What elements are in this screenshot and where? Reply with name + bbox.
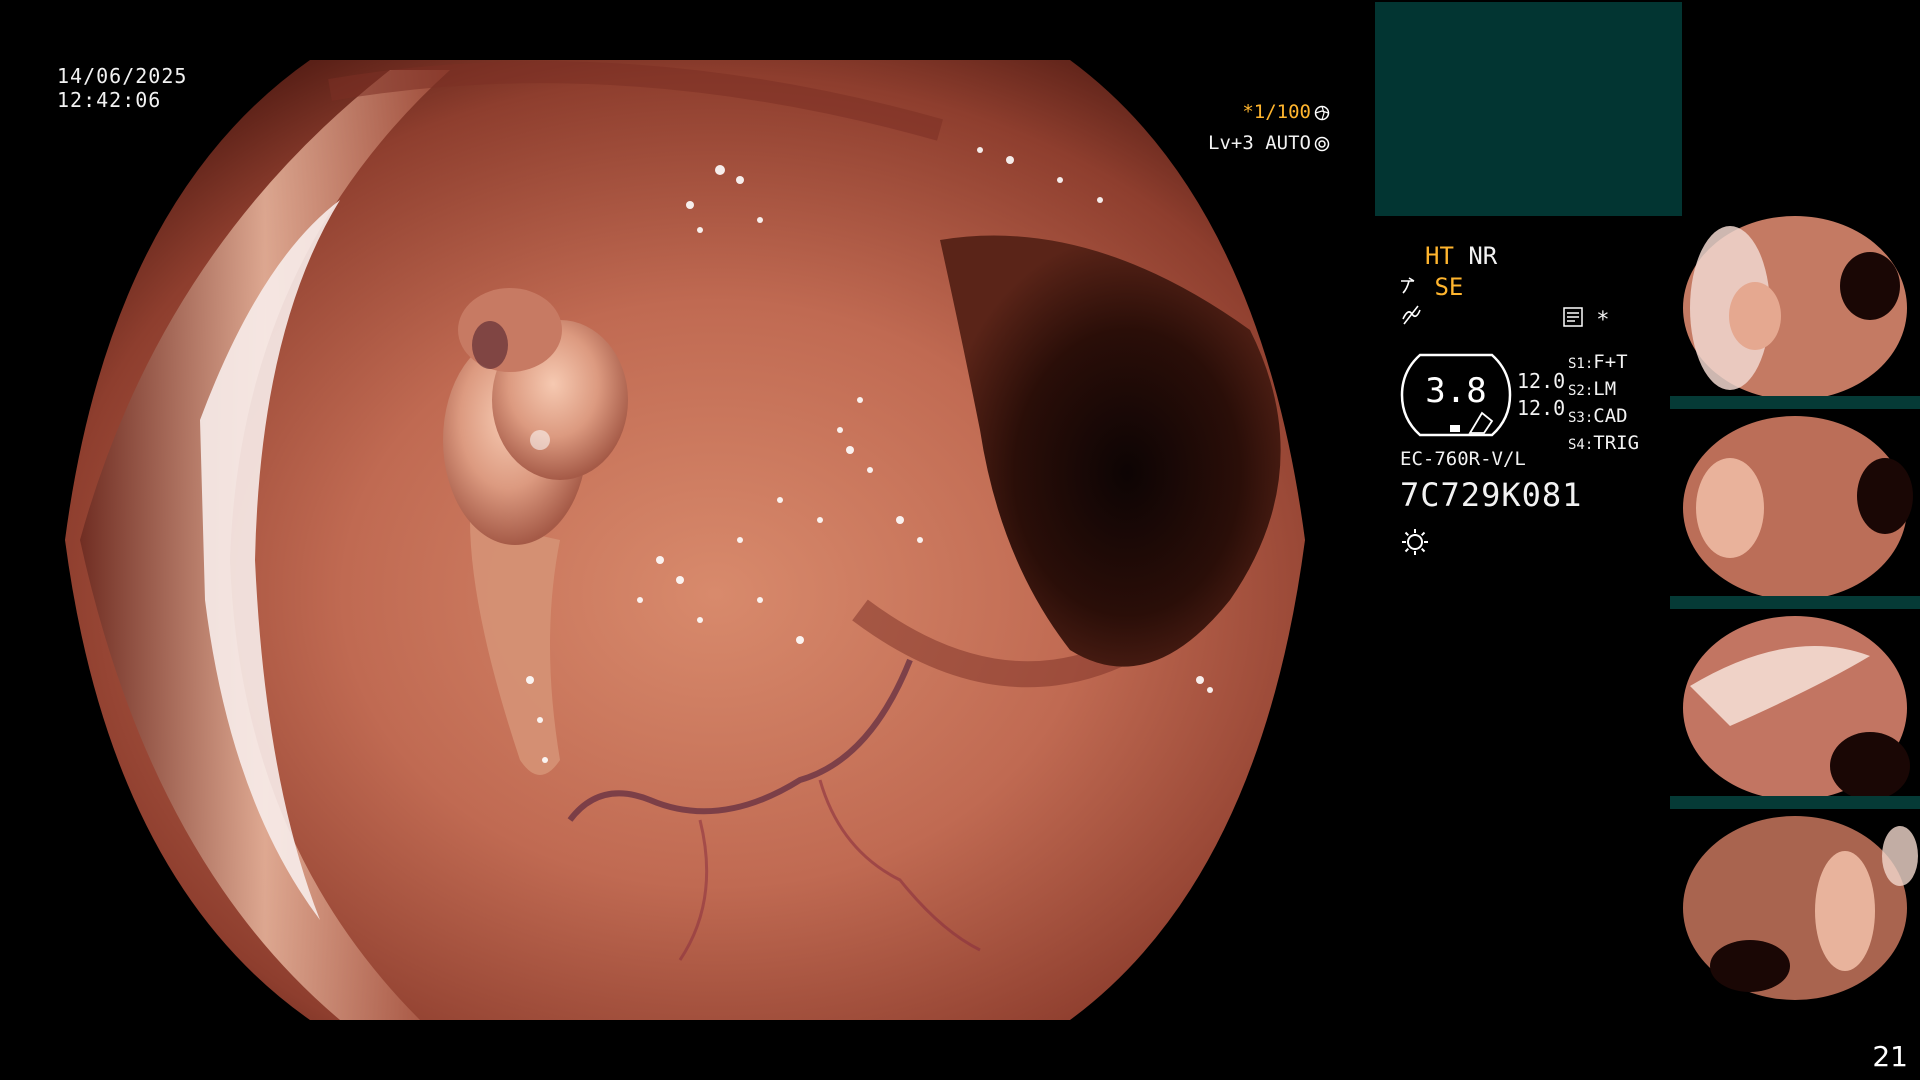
noise-reduction-icon xyxy=(1400,304,1422,332)
thumbnail-1[interactable] xyxy=(1670,216,1920,409)
switch-2: S2:LM xyxy=(1568,378,1617,400)
record-icon xyxy=(1563,307,1596,333)
date-time-display: 14/06/2025 12:42:06 xyxy=(57,64,187,112)
side-value-2: 12.0 xyxy=(1517,396,1566,420)
enhance-icon xyxy=(1400,273,1434,301)
gauge-side-values: 12.0 12.0 xyxy=(1517,368,1565,422)
se-indicator: SE xyxy=(1434,273,1464,301)
endoscopic-image xyxy=(65,60,1305,1020)
se-row: SE xyxy=(1400,273,1463,301)
switch-1: S1:F+T xyxy=(1568,351,1628,373)
switch-3: S3:CAD xyxy=(1568,405,1628,427)
thumbnail-4[interactable] xyxy=(1670,816,1920,1009)
nr-indicator: NR xyxy=(1468,242,1498,270)
side-value-1: 12.0 xyxy=(1517,369,1566,393)
brightness-gauge: 3.8 xyxy=(1400,351,1512,439)
aperture-icon xyxy=(1314,101,1330,129)
thumbnail-2[interactable] xyxy=(1670,416,1920,609)
scope-model: EC-760R-V/L xyxy=(1400,448,1526,470)
thumbnail-strip xyxy=(1670,216,1920,1016)
mode-star: * xyxy=(1596,308,1610,333)
scope-serial: 7C729K081 xyxy=(1400,476,1583,514)
time-text: 12:42:06 xyxy=(57,88,162,112)
gauge-value: 3.8 xyxy=(1425,371,1487,411)
iris-icon xyxy=(1314,132,1330,160)
shutter-speed: *1/100 xyxy=(1242,101,1311,123)
ht-indicator: HT xyxy=(1425,242,1454,270)
light-source-icon xyxy=(1400,527,1430,563)
image-mode-row: HT NR xyxy=(1425,242,1497,270)
switch-assignments: S1:F+T S2:LM S3:CAD S4:TRIG xyxy=(1568,350,1639,458)
status-panel: HT NR SE * 3.8 12.0 12.0 S1:F+T S2:LM S3… xyxy=(1375,230,1675,630)
switch-4: S4:TRIG xyxy=(1568,432,1640,454)
mode-icons: * xyxy=(1563,307,1610,333)
exposure-overlay: *1/100 Lv+3 AUTO xyxy=(1180,98,1330,160)
page-number: 21 xyxy=(1872,1040,1908,1073)
patient-info-box xyxy=(1375,2,1682,216)
thumbnail-3[interactable] xyxy=(1670,616,1920,809)
date-text: 14/06/2025 xyxy=(57,64,188,88)
exposure-level: Lv+3 AUTO xyxy=(1208,132,1311,154)
endoscope-view: 14/06/2025 12:42:06 *1/100 Lv+3 AUTO xyxy=(0,0,1375,1080)
